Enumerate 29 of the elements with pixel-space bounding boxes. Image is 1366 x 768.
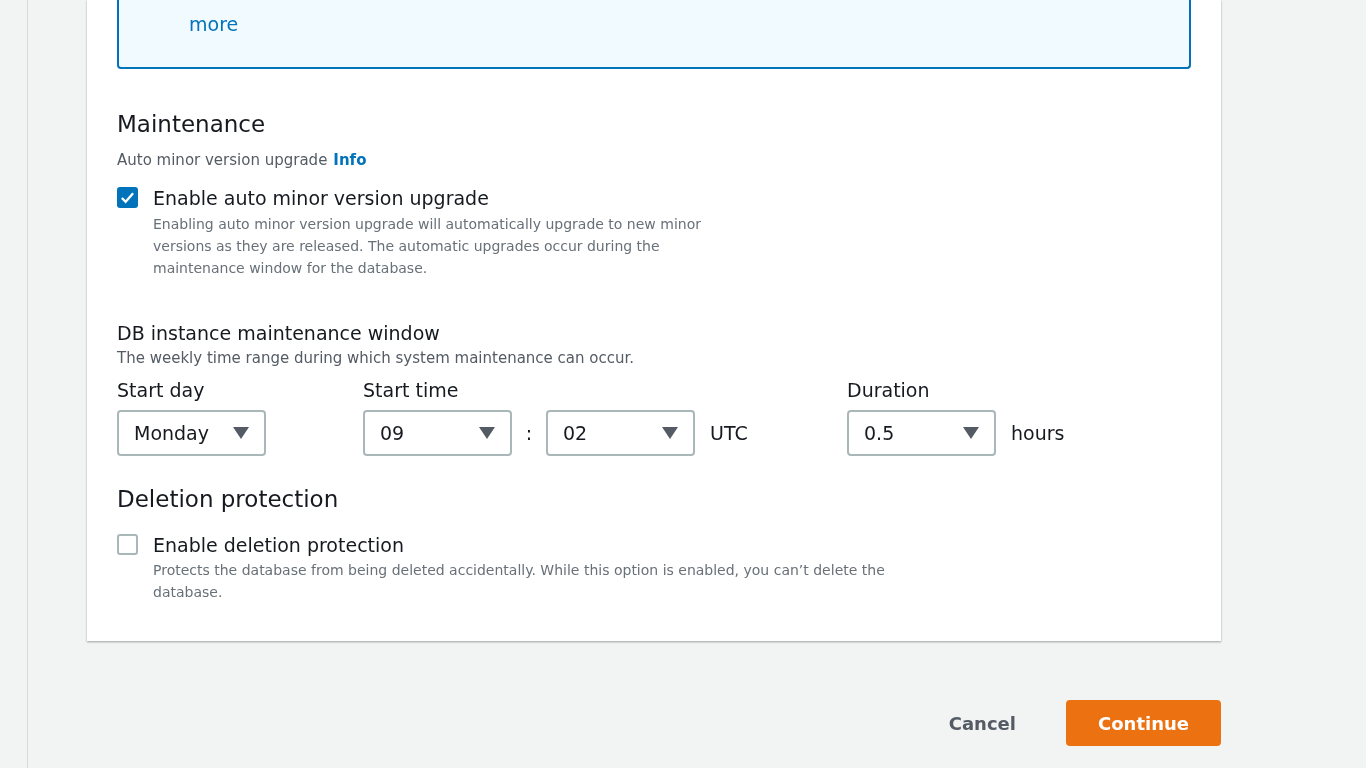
checkbox-label: Enable auto minor version upgrade [153,186,490,211]
learn-more-link[interactable]: more [189,13,239,35]
option-description: Enabling auto minor version upgrade will automatically upgrade to new minor versions as they are released. The automatic upgrades occur during the maintenance window for the database. [153,214,702,278]
field-label: Auto minor version upgrade [117,149,328,171]
section-heading: Maintenance [117,110,267,139]
unit-label: hours [1011,420,1065,446]
checkbox[interactable] [117,187,138,208]
info-link[interactable]: Info [333,148,367,171]
field-description: The weekly time range during which system maintenance can occur. [117,348,636,369]
caret-icon [233,427,249,439]
checkbox-label: Enable deletion protection [153,532,405,558]
dropdown[interactable]: 0.5 [847,410,996,456]
dropdown[interactable]: 02 [546,410,695,456]
section-heading: Deletion protection [117,485,340,514]
time-separator: : [524,420,534,446]
field-label: DB instance maintenance window [117,320,441,346]
option-description: Protects the database from being deleted accidentally. While this option is enabled, you can’t delete the database. [153,561,886,602]
caret-icon [662,427,678,439]
check-icon [120,190,135,205]
field-label: Start time [363,377,460,403]
caret-icon [479,427,495,439]
dropdown[interactable]: 09 [363,410,512,456]
caret-icon [963,427,979,439]
field-label: Start day [117,377,206,403]
unit-label: UTC [710,420,748,446]
checkbox[interactable] [117,533,138,555]
field-label: Duration [847,377,931,403]
cancel-button[interactable]: Cancel [918,700,1046,746]
dropdown[interactable]: Monday [117,410,266,456]
